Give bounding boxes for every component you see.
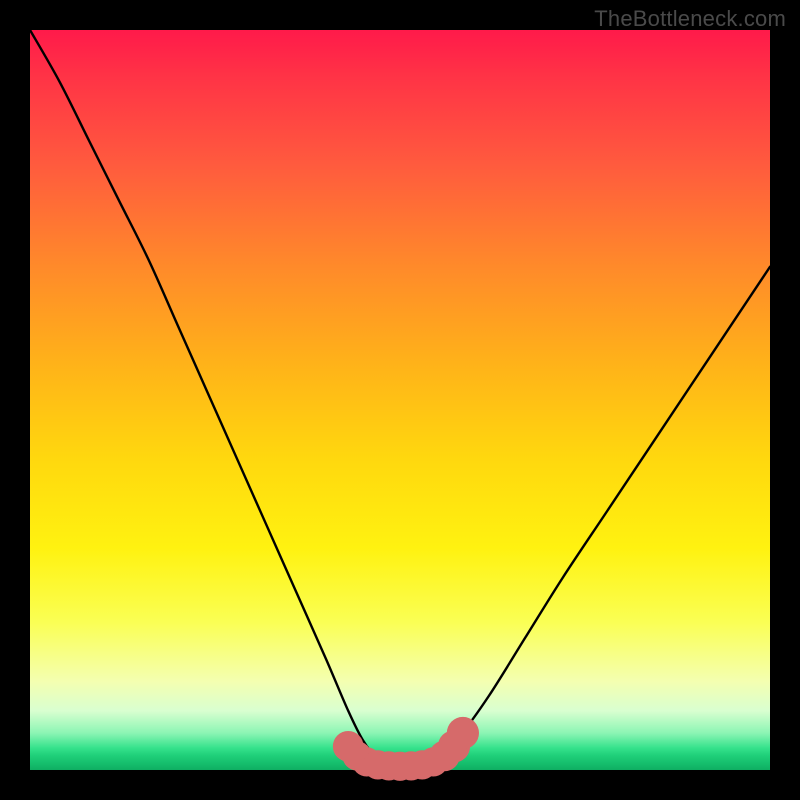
watermark-text: TheBottleneck.com xyxy=(594,6,786,32)
marker-dot xyxy=(447,717,479,749)
chart-frame: TheBottleneck.com xyxy=(0,0,800,800)
chart-svg xyxy=(30,30,770,770)
chart-plot-area xyxy=(30,30,770,770)
bottleneck-curve xyxy=(30,30,770,766)
